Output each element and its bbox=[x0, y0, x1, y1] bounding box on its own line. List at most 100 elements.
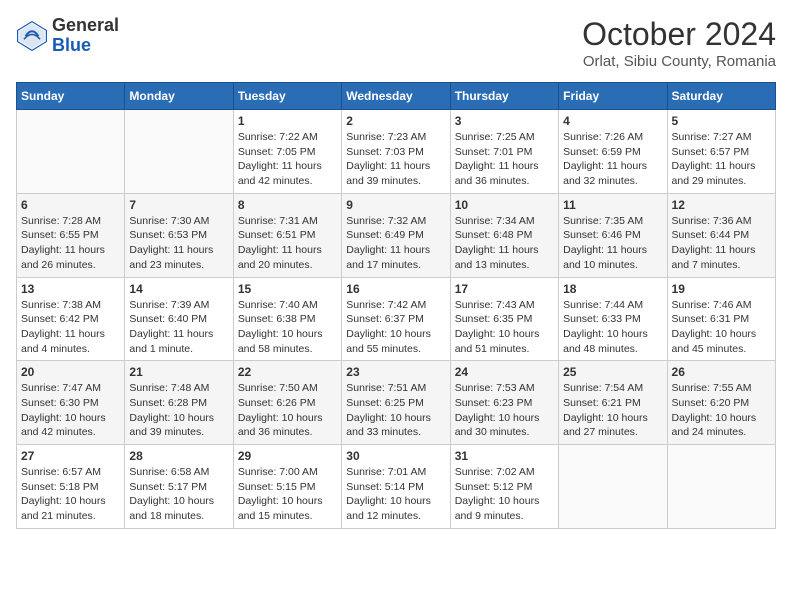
day-header-tuesday: Tuesday bbox=[233, 83, 341, 110]
day-header-monday: Monday bbox=[125, 83, 233, 110]
calendar-header-row: SundayMondayTuesdayWednesdayThursdayFrid… bbox=[17, 83, 776, 110]
day-number: 15 bbox=[238, 282, 337, 296]
calendar-cell: 12 Sunrise: 7:36 AM Sunset: 6:44 PM Dayli… bbox=[667, 193, 775, 277]
day-number: 14 bbox=[129, 282, 228, 296]
day-content: Sunrise: 7:46 AM Sunset: 6:31 PM Dayligh… bbox=[672, 298, 771, 357]
calendar-cell: 6 Sunrise: 7:28 AM Sunset: 6:55 PM Daylig… bbox=[17, 193, 125, 277]
calendar-cell: 28 Sunrise: 6:58 AM Sunset: 5:17 PM Dayli… bbox=[125, 445, 233, 529]
calendar-cell: 4 Sunrise: 7:26 AM Sunset: 6:59 PM Daylig… bbox=[559, 110, 667, 194]
day-content: Sunrise: 7:30 AM Sunset: 6:53 PM Dayligh… bbox=[129, 214, 228, 273]
calendar-cell: 7 Sunrise: 7:30 AM Sunset: 6:53 PM Daylig… bbox=[125, 193, 233, 277]
day-content: Sunrise: 7:44 AM Sunset: 6:33 PM Dayligh… bbox=[563, 298, 662, 357]
logo-blue-text: Blue bbox=[52, 35, 91, 55]
day-content: Sunrise: 7:22 AM Sunset: 7:05 PM Dayligh… bbox=[238, 130, 337, 189]
calendar-cell: 15 Sunrise: 7:40 AM Sunset: 6:38 PM Dayli… bbox=[233, 277, 341, 361]
logo-icon bbox=[16, 20, 48, 52]
calendar-cell: 19 Sunrise: 7:46 AM Sunset: 6:31 PM Dayli… bbox=[667, 277, 775, 361]
day-number: 17 bbox=[455, 282, 554, 296]
day-number: 18 bbox=[563, 282, 662, 296]
calendar-cell: 9Sunrise: 7:32 AM Sunset: 6:49 PM Daylig… bbox=[342, 193, 450, 277]
day-number: 5 bbox=[672, 114, 771, 128]
day-content: Sunrise: 7:01 AM Sunset: 5:14 PM Dayligh… bbox=[346, 465, 445, 524]
calendar-week-5: 27 Sunrise: 6:57 AM Sunset: 5:18 PM Dayli… bbox=[17, 445, 776, 529]
calendar-cell: 31 Sunrise: 7:02 AM Sunset: 5:12 PM Dayli… bbox=[450, 445, 558, 529]
day-header-saturday: Saturday bbox=[667, 83, 775, 110]
calendar-week-3: 13 Sunrise: 7:38 AM Sunset: 6:42 PM Dayli… bbox=[17, 277, 776, 361]
calendar-cell bbox=[667, 445, 775, 529]
calendar-cell: 10 Sunrise: 7:34 AM Sunset: 6:48 PM Dayli… bbox=[450, 193, 558, 277]
day-number: 20 bbox=[21, 365, 120, 379]
day-number: 28 bbox=[129, 449, 228, 463]
day-number: 16 bbox=[346, 282, 445, 296]
calendar-cell: 16Sunrise: 7:42 AM Sunset: 6:37 PM Dayli… bbox=[342, 277, 450, 361]
day-content: Sunrise: 7:34 AM Sunset: 6:48 PM Dayligh… bbox=[455, 214, 554, 273]
day-number: 25 bbox=[563, 365, 662, 379]
day-content: Sunrise: 7:36 AM Sunset: 6:44 PM Dayligh… bbox=[672, 214, 771, 273]
title-block: October 2024 Orlat, Sibiu County, Romani… bbox=[582, 16, 776, 70]
day-content: Sunrise: 7:38 AM Sunset: 6:42 PM Dayligh… bbox=[21, 298, 120, 357]
logo: General Blue bbox=[16, 16, 119, 56]
day-content: Sunrise: 7:02 AM Sunset: 5:12 PM Dayligh… bbox=[455, 465, 554, 524]
calendar-cell: 20 Sunrise: 7:47 AM Sunset: 6:30 PM Dayli… bbox=[17, 361, 125, 445]
day-number: 7 bbox=[129, 198, 228, 212]
calendar-cell: 24 Sunrise: 7:53 AM Sunset: 6:23 PM Dayli… bbox=[450, 361, 558, 445]
day-content: Sunrise: 7:43 AM Sunset: 6:35 PM Dayligh… bbox=[455, 298, 554, 357]
day-content: Sunrise: 7:48 AM Sunset: 6:28 PM Dayligh… bbox=[129, 381, 228, 440]
day-header-friday: Friday bbox=[559, 83, 667, 110]
day-number: 2 bbox=[346, 114, 445, 128]
day-content: Sunrise: 7:31 AM Sunset: 6:51 PM Dayligh… bbox=[238, 214, 337, 273]
calendar-cell: 22Sunrise: 7:50 AM Sunset: 6:26 PM Dayli… bbox=[233, 361, 341, 445]
day-content: Sunrise: 7:32 AM Sunset: 6:49 PM Dayligh… bbox=[346, 214, 445, 273]
day-content: Sunrise: 7:51 AM Sunset: 6:25 PM Dayligh… bbox=[346, 381, 445, 440]
day-content: Sunrise: 6:58 AM Sunset: 5:17 PM Dayligh… bbox=[129, 465, 228, 524]
day-number: 26 bbox=[672, 365, 771, 379]
day-content: Sunrise: 7:54 AM Sunset: 6:21 PM Dayligh… bbox=[563, 381, 662, 440]
day-content: Sunrise: 7:28 AM Sunset: 6:55 PM Dayligh… bbox=[21, 214, 120, 273]
day-number: 13 bbox=[21, 282, 120, 296]
calendar-cell: 2Sunrise: 7:23 AM Sunset: 7:03 PM Daylig… bbox=[342, 110, 450, 194]
day-number: 29 bbox=[238, 449, 337, 463]
day-number: 24 bbox=[455, 365, 554, 379]
day-number: 19 bbox=[672, 282, 771, 296]
calendar-cell: 26Sunrise: 7:55 AM Sunset: 6:20 PM Dayli… bbox=[667, 361, 775, 445]
logo-general-text: General bbox=[52, 15, 119, 35]
calendar-table: SundayMondayTuesdayWednesdayThursdayFrid… bbox=[16, 82, 776, 529]
day-number: 31 bbox=[455, 449, 554, 463]
day-number: 12 bbox=[672, 198, 771, 212]
day-number: 4 bbox=[563, 114, 662, 128]
calendar-cell bbox=[125, 110, 233, 194]
page-header: General Blue October 2024 Orlat, Sibiu C… bbox=[16, 16, 776, 70]
day-number: 8 bbox=[238, 198, 337, 212]
day-content: Sunrise: 7:27 AM Sunset: 6:57 PM Dayligh… bbox=[672, 130, 771, 189]
calendar-cell: 29Sunrise: 7:00 AM Sunset: 5:15 PM Dayli… bbox=[233, 445, 341, 529]
day-header-wednesday: Wednesday bbox=[342, 83, 450, 110]
day-number: 23 bbox=[346, 365, 445, 379]
day-content: Sunrise: 7:35 AM Sunset: 6:46 PM Dayligh… bbox=[563, 214, 662, 273]
calendar-cell: 14 Sunrise: 7:39 AM Sunset: 6:40 PM Dayli… bbox=[125, 277, 233, 361]
day-header-thursday: Thursday bbox=[450, 83, 558, 110]
calendar-week-4: 20 Sunrise: 7:47 AM Sunset: 6:30 PM Dayli… bbox=[17, 361, 776, 445]
day-content: Sunrise: 7:50 AM Sunset: 6:26 PM Dayligh… bbox=[238, 381, 337, 440]
calendar-cell: 23 Sunrise: 7:51 AM Sunset: 6:25 PM Dayli… bbox=[342, 361, 450, 445]
day-content: Sunrise: 7:53 AM Sunset: 6:23 PM Dayligh… bbox=[455, 381, 554, 440]
day-content: Sunrise: 7:40 AM Sunset: 6:38 PM Dayligh… bbox=[238, 298, 337, 357]
day-number: 1 bbox=[238, 114, 337, 128]
day-content: Sunrise: 7:47 AM Sunset: 6:30 PM Dayligh… bbox=[21, 381, 120, 440]
day-number: 6 bbox=[21, 198, 120, 212]
calendar-cell: 30Sunrise: 7:01 AM Sunset: 5:14 PM Dayli… bbox=[342, 445, 450, 529]
calendar-cell: 1 Sunrise: 7:22 AM Sunset: 7:05 PM Daylig… bbox=[233, 110, 341, 194]
calendar-cell: 5 Sunrise: 7:27 AM Sunset: 6:57 PM Daylig… bbox=[667, 110, 775, 194]
day-content: Sunrise: 7:26 AM Sunset: 6:59 PM Dayligh… bbox=[563, 130, 662, 189]
day-number: 3 bbox=[455, 114, 554, 128]
day-number: 11 bbox=[563, 198, 662, 212]
calendar-cell: 21Sunrise: 7:48 AM Sunset: 6:28 PM Dayli… bbox=[125, 361, 233, 445]
calendar-cell bbox=[17, 110, 125, 194]
day-content: Sunrise: 7:39 AM Sunset: 6:40 PM Dayligh… bbox=[129, 298, 228, 357]
calendar-cell bbox=[559, 445, 667, 529]
day-number: 10 bbox=[455, 198, 554, 212]
day-content: Sunrise: 6:57 AM Sunset: 5:18 PM Dayligh… bbox=[21, 465, 120, 524]
day-number: 27 bbox=[21, 449, 120, 463]
calendar-cell: 27 Sunrise: 6:57 AM Sunset: 5:18 PM Dayli… bbox=[17, 445, 125, 529]
calendar-cell: 8 Sunrise: 7:31 AM Sunset: 6:51 PM Daylig… bbox=[233, 193, 341, 277]
month-title: October 2024 bbox=[582, 16, 776, 53]
